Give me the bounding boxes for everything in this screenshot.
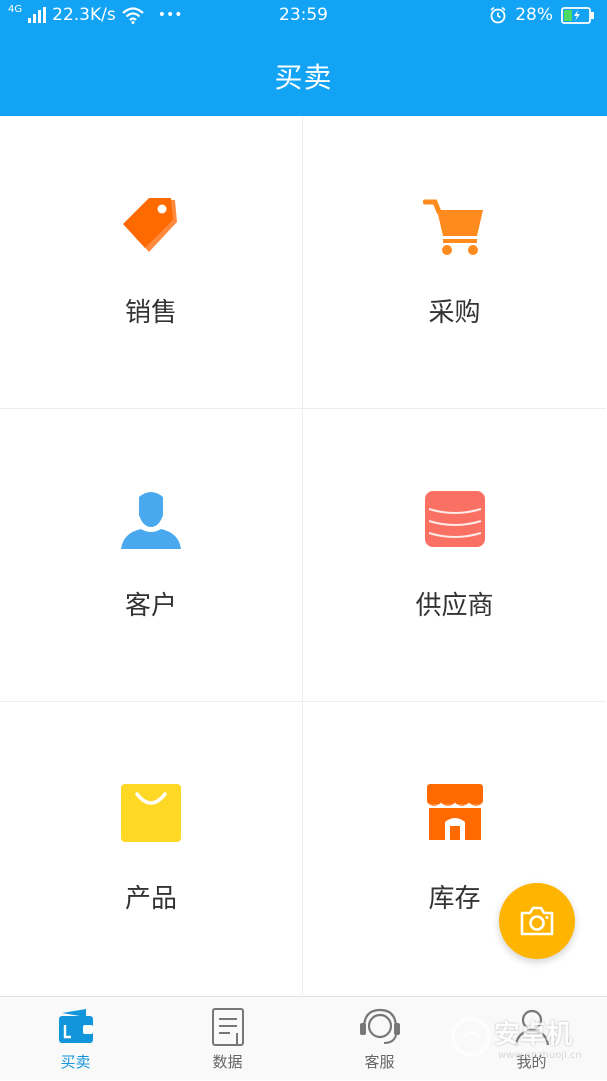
grid-item-purchase[interactable]: 采购 [303,116,606,409]
nav-label: 数据 [212,1053,243,1071]
price-tag-icon [123,198,177,252]
grid-item-label: 客户 [124,591,177,621]
nav-label: 买卖 [60,1053,91,1071]
shopping-cart-icon [422,199,483,255]
nav-item-trade[interactable]: 买卖 [0,997,151,1081]
nav-item-service[interactable]: 客服 [304,997,455,1081]
grid-item-label: 销售 [124,298,177,328]
function-grid: 销售 采购 客户 供应商 产品 库存 [0,116,607,996]
nav-label: 客服 [364,1053,395,1071]
grid-item-inventory[interactable]: 库存 [303,702,606,995]
grid-item-label: 产品 [124,884,177,914]
grid-item-supplier[interactable]: 供应商 [303,409,606,702]
grid-item-customer[interactable]: 客户 [0,409,303,702]
watermark-subtext: www.anzhuoji.cn [498,1050,582,1061]
wallet-icon [58,1009,93,1043]
top-bar: 4G 22.3K/s ••• 23:59 28% 买卖 [0,0,607,116]
status-bar: 4G 22.3K/s ••• 23:59 28% [0,0,607,32]
user-icon [121,492,181,549]
page-title: 买卖 [274,61,333,94]
shopping-bag-icon [121,784,181,842]
store-icon [425,784,484,840]
watermark-text: 安卓机 [494,1020,573,1050]
camera-icon [520,906,554,936]
grid-item-label: 采购 [428,298,481,328]
battery-icon [561,6,594,24]
battery-percent: 28% [515,5,553,25]
document-icon [211,1008,244,1046]
watermark: 安卓机 www.anzhuoji.cn [450,1012,600,1072]
grid-item-sales[interactable]: 销售 [0,116,303,409]
headset-icon [359,1008,400,1044]
database-icon [424,491,485,547]
grid-item-product[interactable]: 产品 [0,702,303,995]
camera-button[interactable] [499,883,575,959]
status-right: 28% [489,5,595,25]
alarm-icon [490,6,506,24]
nav-item-data[interactable]: 数据 [152,997,303,1081]
grid-item-label: 供应商 [415,591,494,621]
watermark-logo-icon [451,1017,491,1057]
